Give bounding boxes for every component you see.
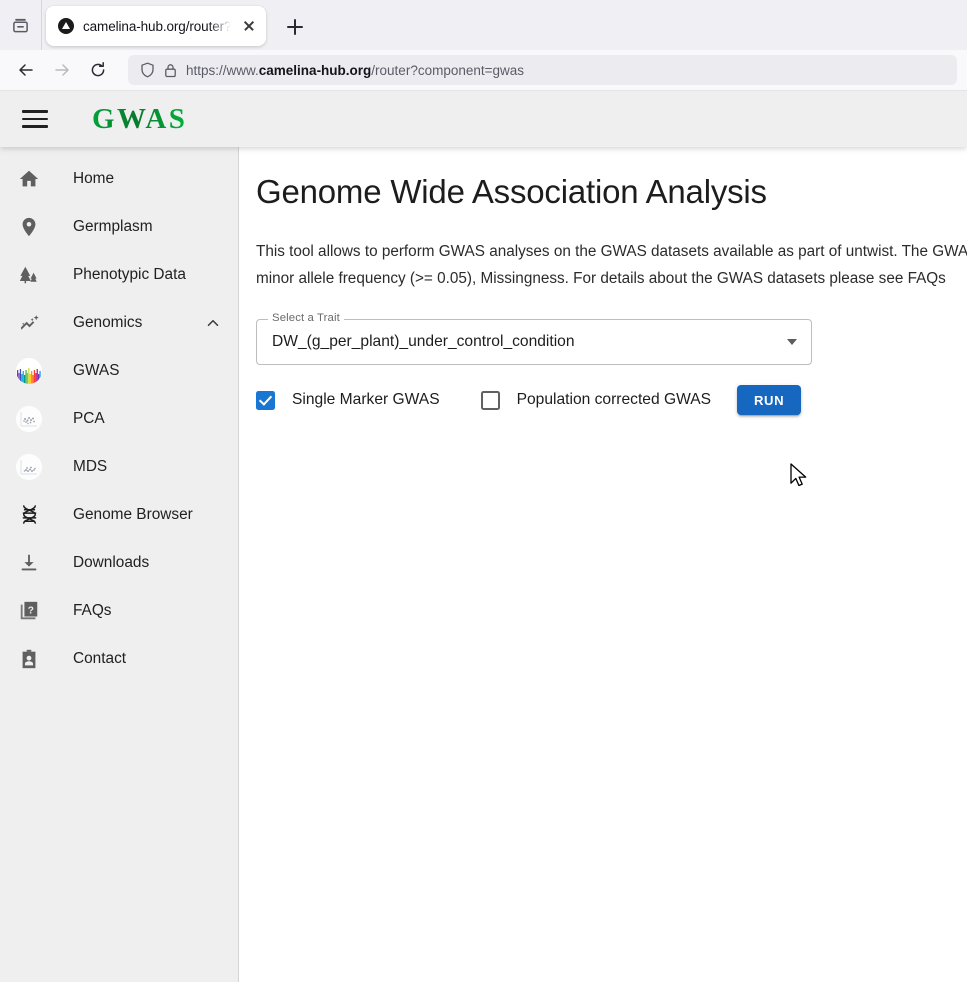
pca-scatter-thumbnail	[14, 406, 44, 432]
close-icon[interactable]	[240, 17, 258, 35]
single-marker-gwas-label: Single Marker GWAS	[292, 391, 440, 408]
main-content: Genome Wide Association Analysis This to…	[239, 147, 967, 982]
forward-arrow-icon	[55, 64, 69, 76]
sidebar-item-label: PCA	[73, 410, 105, 427]
trait-select[interactable]: Select a Trait DW_(g_per_plant)_under_co…	[256, 312, 812, 365]
list-all-tabs-icon	[13, 18, 28, 32]
run-button[interactable]: RUN	[737, 385, 802, 415]
sidebar-item-label: Downloads	[73, 554, 150, 571]
url-path: /router?component=gwas	[371, 62, 525, 78]
manhattan-plot-thumbnail	[14, 358, 44, 384]
sidebar-item-label: FAQs	[73, 602, 112, 619]
back-button[interactable]	[10, 54, 42, 86]
list-all-tabs-button[interactable]	[0, 0, 42, 50]
mds-scatter-thumbnail	[14, 454, 44, 480]
sidebar-item-genome-browser[interactable]: Genome Browser	[0, 491, 238, 539]
chevron-down-icon[interactable]	[787, 339, 797, 345]
contact-card-icon	[14, 648, 44, 670]
map-pin-icon	[14, 216, 44, 238]
sidebar-item-label: Phenotypic Data	[73, 266, 186, 283]
url-scheme: https://www.	[186, 62, 259, 78]
shield-icon[interactable]	[140, 62, 155, 78]
page-viewport: GWAS Home Germplasm Phenotypic Data Geno…	[0, 91, 967, 982]
trait-select-label: Select a Trait	[268, 312, 344, 324]
sidebar-item-label: Genomics	[73, 314, 143, 331]
trait-select-value: DW_(g_per_plant)_under_control_condition	[272, 333, 575, 350]
forward-button[interactable]	[46, 54, 78, 86]
sidebar-item-genomics[interactable]: Genomics	[0, 299, 238, 347]
sidebar-item-germplasm[interactable]: Germplasm	[0, 203, 238, 251]
app-brand-title: GWAS	[92, 102, 188, 135]
download-icon	[14, 552, 44, 574]
chevron-up-icon[interactable]	[204, 314, 222, 332]
gwas-options-row: Single Marker GWAS Population corrected …	[256, 385, 967, 415]
page-title: Genome Wide Association Analysis	[256, 173, 767, 210]
camelina-triangle-icon	[58, 18, 74, 34]
sidebar-item-label: Genome Browser	[73, 506, 193, 523]
single-marker-gwas-checkbox[interactable]: Single Marker GWAS	[256, 390, 440, 410]
auto-graph-icon	[14, 312, 44, 335]
sidebar-item-label: GWAS	[73, 362, 120, 379]
sidebar-item-label: Home	[73, 170, 115, 187]
hamburger-menu-icon[interactable]	[22, 104, 52, 134]
population-corrected-gwas-checkbox[interactable]: Population corrected GWAS	[480, 390, 712, 410]
url-domain: camelina-hub.org	[258, 62, 372, 78]
population-corrected-gwas-label: Population corrected GWAS	[516, 391, 712, 408]
sidebar-item-faqs[interactable]: ? FAQs	[0, 587, 238, 635]
page-description: This tool allows to perform GWAS analyse…	[256, 243, 967, 287]
plants-icon	[14, 264, 44, 286]
address-bar[interactable]: https://www.camelina-hub.org/router?comp…	[128, 55, 957, 85]
trait-select-row: Select a Trait DW_(g_per_plant)_under_co…	[256, 312, 967, 365]
sidebar-item-contact[interactable]: Contact	[0, 635, 238, 683]
dna-helix-icon	[14, 504, 44, 527]
new-tab-button[interactable]	[278, 10, 312, 44]
checkbox-checked-icon[interactable]	[256, 390, 275, 410]
browser-window: camelina-hub.org/router?co https://www.c…	[0, 0, 967, 982]
browser-navbar: https://www.camelina-hub.org/router?comp…	[0, 50, 967, 91]
back-arrow-icon	[19, 64, 33, 76]
sidebar-item-phenotypic-data[interactable]: Phenotypic Data	[0, 251, 238, 299]
home-icon	[14, 168, 44, 190]
checkbox-unchecked-icon[interactable]	[480, 390, 500, 410]
app-toolbar: GWAS	[0, 91, 967, 147]
sidebar-item-downloads[interactable]: Downloads	[0, 539, 238, 587]
sidebar-item-mds[interactable]: MDS	[0, 443, 238, 491]
tab-title: camelina-hub.org/router?co	[83, 18, 231, 34]
sidebar-item-label: Contact	[73, 650, 127, 667]
browser-tab[interactable]: camelina-hub.org/router?co	[46, 6, 266, 46]
sidebar-item-gwas[interactable]: GWAS	[0, 347, 238, 395]
sidebar: Home Germplasm Phenotypic Data Genomics …	[0, 147, 239, 982]
reload-icon	[91, 62, 105, 77]
app-body: Home Germplasm Phenotypic Data Genomics …	[0, 147, 967, 982]
padlock-icon[interactable]	[164, 63, 177, 78]
sidebar-item-home[interactable]: Home	[0, 155, 238, 203]
sidebar-item-pca[interactable]: PCA	[0, 395, 238, 443]
sidebar-item-label: Germplasm	[73, 218, 153, 235]
faq-question-icon: ?	[14, 600, 44, 622]
svg-text:?: ?	[28, 605, 34, 616]
url-text: https://www.camelina-hub.org/router?comp…	[186, 63, 524, 78]
reload-button[interactable]	[82, 54, 114, 86]
browser-tabstrip: camelina-hub.org/router?co	[0, 0, 967, 50]
sidebar-item-label: MDS	[73, 458, 108, 475]
